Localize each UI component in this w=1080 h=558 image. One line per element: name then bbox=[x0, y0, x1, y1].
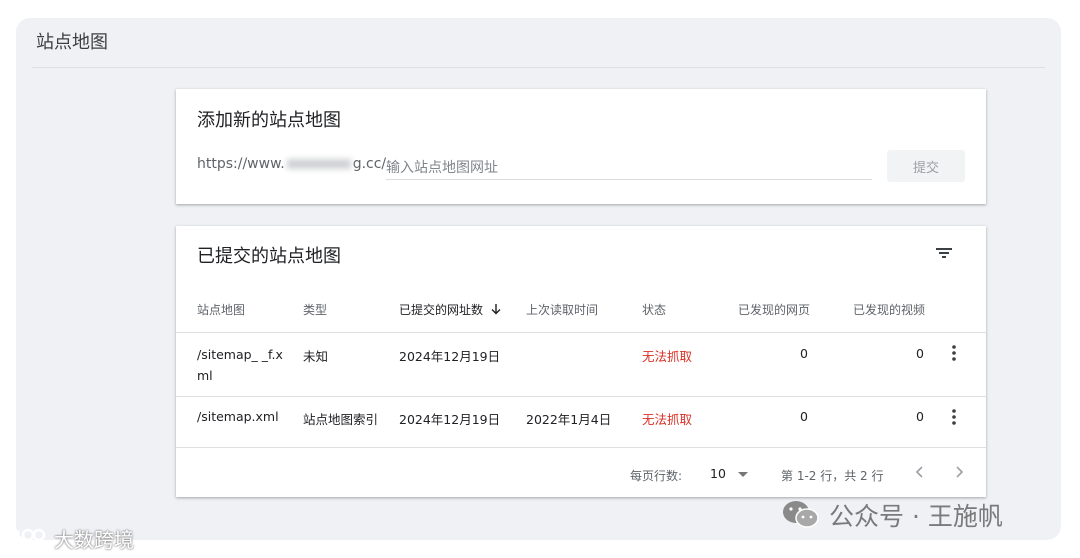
url-prefix-end: g.cc/ bbox=[352, 156, 387, 172]
sort-down-arrow-icon bbox=[491, 304, 501, 315]
row2-submitted: 2024年12月19日 bbox=[399, 412, 501, 427]
chevron-left-icon[interactable] bbox=[912, 462, 928, 482]
col-header-discovered-videos[interactable]: 已发现的视频 bbox=[853, 301, 925, 318]
row2-pages: 0 bbox=[800, 409, 808, 424]
row2-status: 无法抓取 bbox=[642, 412, 693, 427]
more-vert-icon[interactable] bbox=[946, 408, 962, 426]
col-header-sitemap[interactable]: 站点地图 bbox=[197, 301, 245, 318]
row1-pages: 0 bbox=[800, 346, 808, 361]
wechat-icon bbox=[783, 501, 819, 528]
redacted-domain bbox=[286, 159, 351, 169]
row2-videos: 0 bbox=[916, 409, 924, 424]
col-header-status[interactable]: 状态 bbox=[642, 301, 666, 318]
filter-icon[interactable] bbox=[934, 243, 954, 263]
col-header-discovered-pages[interactable]: 已发现的网页 bbox=[738, 301, 810, 318]
submitted-sitemaps-title: 已提交的站点地图 bbox=[197, 246, 341, 267]
col-header-last-read[interactable]: 上次读取时间 bbox=[526, 301, 598, 318]
add-sitemap-card: 添加新的站点地图 https://www. g.cc/ 提交 bbox=[176, 89, 986, 204]
row1-type: 未知 bbox=[303, 349, 329, 364]
more-vert-icon[interactable] bbox=[946, 344, 962, 362]
page-title: 站点地图 bbox=[36, 32, 108, 53]
url-prefix-start: https://www. bbox=[197, 156, 285, 172]
row1-sitemap[interactable]: /sitemap_ _f.xml bbox=[197, 344, 283, 386]
col-header-submitted-urls[interactable]: 已提交的网址数 bbox=[399, 301, 501, 318]
row2-sitemap[interactable]: /sitemap.xml bbox=[197, 409, 279, 424]
row2-type: 站点地图索引 bbox=[303, 412, 379, 427]
brand-logo-icon bbox=[10, 528, 46, 546]
header-divider bbox=[176, 332, 986, 333]
rows-per-page-label: 每页行数: bbox=[630, 469, 683, 483]
watermark-wechat: 公众号 · 王施帆 bbox=[781, 497, 1003, 533]
col-header-submitted-urls-label: 已提交的网址数 bbox=[399, 303, 484, 317]
rows-per-page-select[interactable]: 10 bbox=[710, 466, 726, 481]
submit-button[interactable]: 提交 bbox=[887, 150, 965, 182]
title-divider bbox=[32, 67, 1045, 68]
watermark-right-text: 公众号 · 王施帆 bbox=[829, 502, 1003, 531]
chevron-right-icon[interactable] bbox=[951, 462, 967, 482]
watermark-left-text: 大数跨境 bbox=[54, 528, 134, 552]
submitted-sitemaps-card: 已提交的站点地图 站点地图 类型 已提交的网址数 上次读取时间 状态 已发现的网… bbox=[176, 226, 986, 497]
row2-last-read: 2022年1月4日 bbox=[526, 412, 612, 427]
url-prefix: https://www. g.cc/ bbox=[197, 156, 386, 172]
col-header-type[interactable]: 类型 bbox=[303, 301, 327, 318]
watermark-brand: 大数跨境 bbox=[8, 524, 134, 553]
sitemap-url-input[interactable] bbox=[386, 157, 872, 180]
sitemaps-panel: 站点地图 添加新的站点地图 https://www. g.cc/ 提交 已提交的站… bbox=[16, 18, 1061, 540]
row1-status: 无法抓取 bbox=[642, 349, 693, 364]
row1-submitted: 2024年12月19日 bbox=[399, 349, 501, 364]
add-sitemap-title: 添加新的站点地图 bbox=[197, 110, 341, 131]
row1-videos: 0 bbox=[916, 346, 924, 361]
row-divider bbox=[176, 396, 986, 397]
chevron-down-icon[interactable] bbox=[738, 472, 748, 477]
pagination-range: 第 1-2 行，共 2 行 bbox=[781, 469, 884, 483]
row-divider bbox=[176, 447, 986, 448]
